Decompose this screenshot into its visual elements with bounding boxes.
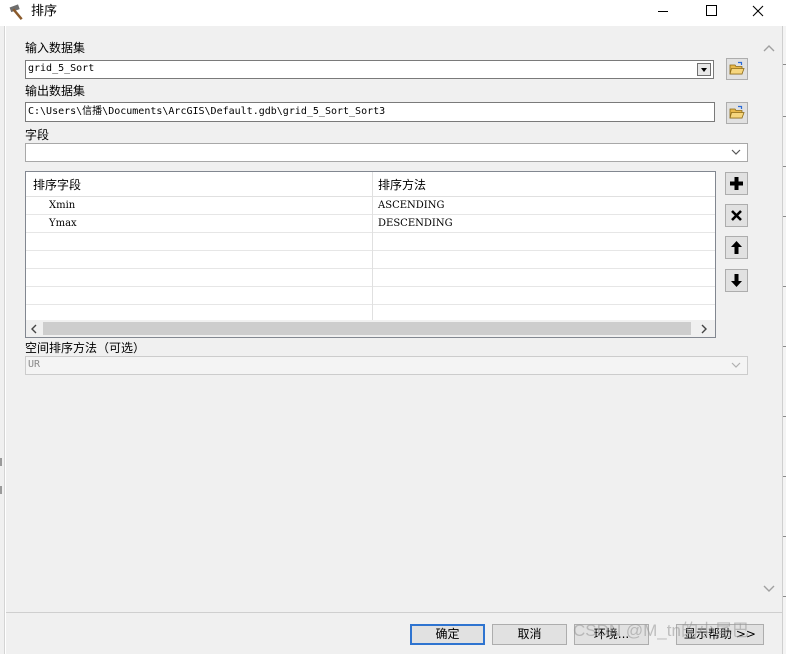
scrollbar-thumb[interactable] bbox=[43, 322, 691, 335]
folder-open-icon bbox=[729, 61, 745, 75]
hammer-icon bbox=[9, 4, 23, 21]
minimize-icon bbox=[658, 11, 668, 12]
arrow-up-icon bbox=[731, 241, 742, 254]
input-dataset-value: grid_5_Sort bbox=[28, 63, 95, 74]
sort-field-cell[interactable]: Xmin bbox=[49, 200, 75, 212]
table-row-empty[interactable] bbox=[26, 251, 715, 269]
sort-field-cell[interactable]: Ymax bbox=[49, 218, 77, 230]
output-dataset-field[interactable]: C:\Users\信播\Documents\ArcGIS\Default.gdb… bbox=[25, 102, 715, 122]
chevron-left-icon[interactable] bbox=[28, 323, 40, 335]
edge-mark bbox=[0, 486, 2, 494]
dialog-body: 输入数据集 grid_5_Sort 输出数据集 C:\Users\信播\Docu… bbox=[6, 26, 756, 612]
column-divider bbox=[372, 172, 373, 320]
edge-mark bbox=[0, 458, 2, 466]
sort-method-cell[interactable]: DESCENDING bbox=[378, 218, 453, 230]
dropdown-arrow-icon[interactable] bbox=[697, 63, 711, 76]
chevron-down-icon[interactable] bbox=[730, 359, 742, 371]
cancel-button[interactable]: 取消 bbox=[492, 624, 567, 645]
spatial-sort-value: UR bbox=[28, 359, 41, 370]
folder-open-icon bbox=[729, 105, 745, 119]
close-icon bbox=[752, 5, 764, 17]
input-dataset-combo[interactable]: grid_5_Sort bbox=[25, 60, 714, 79]
table-header: 排序字段 排序方法 bbox=[26, 172, 715, 197]
show-help-button[interactable]: 显示帮助 >> bbox=[676, 624, 764, 645]
output-dataset-browse-button[interactable] bbox=[726, 102, 748, 124]
spatial-sort-combo[interactable]: UR bbox=[25, 356, 748, 375]
sort-method-cell[interactable]: ASCENDING bbox=[378, 200, 444, 212]
close-button[interactable] bbox=[735, 0, 781, 24]
maximize-icon bbox=[706, 5, 717, 16]
horizontal-scrollbar[interactable] bbox=[26, 320, 715, 337]
remove-row-button[interactable] bbox=[725, 204, 748, 227]
environments-button[interactable]: 环境... bbox=[574, 624, 649, 645]
chevron-down-icon[interactable] bbox=[762, 581, 776, 595]
field-label: 字段 bbox=[25, 128, 50, 142]
chevron-up-icon[interactable] bbox=[762, 42, 776, 56]
add-row-button[interactable] bbox=[725, 172, 748, 195]
delete-x-icon bbox=[731, 210, 742, 221]
ok-button[interactable]: 确定 bbox=[410, 624, 485, 645]
window-title: 排序 bbox=[31, 4, 58, 19]
dialog-button-bar: 确定 取消 环境... 显示帮助 >> bbox=[6, 612, 782, 654]
output-dataset-label: 输出数据集 bbox=[25, 84, 86, 98]
arrow-down-icon bbox=[731, 274, 742, 287]
minimize-button[interactable] bbox=[640, 0, 686, 24]
vertical-scrollbar[interactable] bbox=[756, 26, 782, 612]
window-left-edge bbox=[0, 26, 5, 654]
background-window-edge bbox=[782, 26, 786, 654]
title-bar: 排序 bbox=[0, 0, 786, 26]
table-row[interactable]: Ymax DESCENDING bbox=[26, 215, 715, 233]
chevron-down-icon[interactable] bbox=[730, 146, 742, 158]
move-down-button[interactable] bbox=[725, 269, 748, 292]
table-row-empty[interactable] bbox=[26, 287, 715, 305]
sort-field-table[interactable]: 排序字段 排序方法 Xmin ASCENDING Ymax DESCENDING bbox=[25, 171, 716, 338]
table-row[interactable]: Xmin ASCENDING bbox=[26, 197, 715, 215]
table-row-empty[interactable] bbox=[26, 233, 715, 251]
move-up-button[interactable] bbox=[725, 236, 748, 259]
plus-icon bbox=[730, 177, 743, 190]
maximize-button[interactable] bbox=[688, 0, 734, 24]
table-row-empty[interactable] bbox=[26, 269, 715, 287]
chevron-right-icon[interactable] bbox=[698, 323, 710, 335]
field-combo[interactable] bbox=[25, 143, 748, 162]
spatial-sort-label: 空间排序方法（可选） bbox=[25, 341, 146, 355]
output-dataset-value: C:\Users\信播\Documents\ArcGIS\Default.gdb… bbox=[28, 106, 386, 117]
input-dataset-label: 输入数据集 bbox=[25, 41, 86, 55]
input-dataset-browse-button[interactable] bbox=[726, 58, 748, 80]
column-header-sort-method[interactable]: 排序方法 bbox=[378, 178, 426, 192]
column-header-sort-field[interactable]: 排序字段 bbox=[33, 178, 81, 192]
